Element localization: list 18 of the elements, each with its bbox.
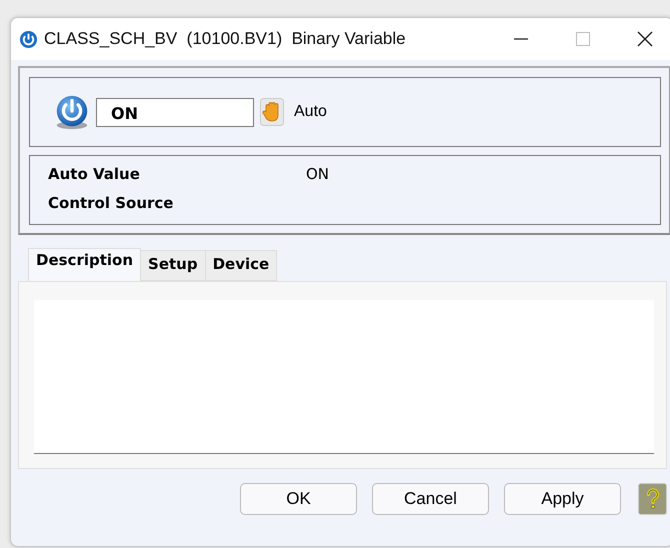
description-field[interactable]	[34, 300, 654, 454]
hand-icon[interactable]	[260, 98, 284, 126]
property-value: ON	[306, 165, 330, 183]
dialog-button[interactable]: Cancel	[372, 483, 489, 515]
power-icon	[19, 30, 38, 48]
value-field[interactable]: ON	[96, 98, 254, 126]
property-label: Auto Value	[48, 165, 141, 183]
tab[interactable]: Setup	[141, 250, 206, 281]
mode-label: Auto	[294, 103, 327, 121]
help-icon[interactable]	[638, 483, 667, 515]
tab[interactable]: Device	[206, 250, 278, 281]
window-title: CLASS_SCH_BV (10100.BV1) Binary Variable	[44, 29, 406, 49]
dialog-button[interactable]: OK	[240, 483, 357, 515]
dialog-button[interactable]: Apply	[504, 483, 621, 515]
property-label: Control Source	[48, 194, 174, 212]
maximize-icon[interactable]	[573, 29, 593, 49]
tab[interactable]: Description	[28, 248, 142, 281]
close-icon[interactable]	[635, 29, 655, 49]
